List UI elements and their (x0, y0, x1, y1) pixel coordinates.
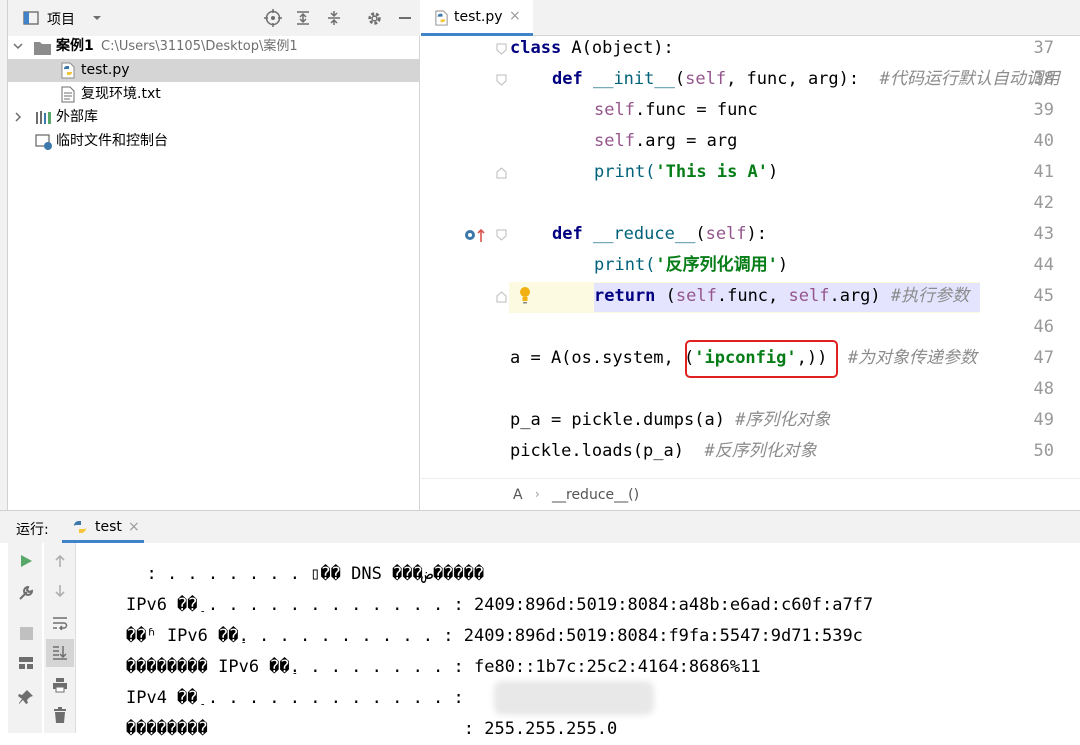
output-line: : . . . . . . . ▯�� DNS ���ض����� (126, 564, 485, 584)
fold-icon[interactable] (494, 228, 508, 242)
tree-item-label: 外部库 (56, 109, 98, 125)
red-annotation-box (685, 340, 838, 378)
project-panel: 项目 案例1 C:\Users\31105\Desktop\案例1 test.p… (8, 0, 420, 510)
scroll-to-end-icon[interactable] (50, 643, 70, 663)
code-line-44[interactable]: print('反序列化调用') (594, 250, 788, 281)
fold-icon[interactable] (494, 73, 508, 87)
stop-icon[interactable] (16, 623, 36, 643)
tab-test-py[interactable]: test.py × (421, 0, 533, 36)
chevron-down-icon[interactable] (88, 9, 106, 27)
line-number: 42 (1033, 193, 1054, 213)
code-line-37[interactable]: class A(object): (510, 33, 674, 64)
code-line-38[interactable]: def __init__(self, func, arg): #代码运行默认自动… (552, 64, 1060, 95)
fold-icon[interactable] (494, 290, 508, 304)
expand-all-icon[interactable] (293, 8, 313, 28)
arrow-down-icon[interactable] (50, 581, 70, 601)
run-panel-header: 运行: test × (0, 511, 1080, 543)
run-label: 运行: (16, 522, 49, 538)
override-marker-icon[interactable] (462, 227, 488, 243)
tab-label: test.py (454, 9, 503, 25)
gear-icon[interactable] (364, 8, 384, 28)
collapse-all-icon[interactable] (324, 8, 344, 28)
tree-item-test-py[interactable]: test.py (8, 59, 420, 82)
project-panel-title: 项目 (47, 12, 75, 28)
run-tab-label[interactable]: test (95, 519, 122, 535)
minimize-icon[interactable] (395, 8, 415, 28)
line-number: 40 (1033, 131, 1054, 151)
code-line-45[interactable]: return (self.func, self.arg) #执行参数 (594, 281, 969, 312)
output-line: �������� : 255.255.255.0 (126, 719, 618, 739)
pin-icon[interactable] (16, 687, 36, 707)
arrow-up-icon[interactable] (50, 551, 70, 571)
tree-item-path: C:\Users\31105\Desktop\案例1 (101, 39, 298, 54)
code-line-41[interactable]: print('This is A') (594, 157, 778, 188)
line-number: 44 (1033, 255, 1054, 275)
tree-item-scratches[interactable]: 临时文件和控制台 (8, 130, 420, 153)
fold-icon[interactable] (494, 42, 508, 56)
run-panel: 运行: test × : . . . . . . . ▯�� DNS ���ض�… (0, 510, 1080, 739)
output-line: IPv6 ��ַ . . . . . . . . . . . . : 2409:… (126, 595, 874, 615)
tree-item-label: 复现环境.txt (81, 86, 161, 102)
code-line-40[interactable]: self.arg = arg (594, 126, 737, 157)
python-file-icon (434, 10, 449, 30)
locate-icon[interactable] (263, 8, 283, 28)
soft-wrap-icon[interactable] (50, 613, 70, 633)
project-panel-header: 项目 (8, 0, 420, 36)
line-number: 41 (1033, 162, 1054, 182)
breadcrumb: A › __reduce__() (421, 478, 1080, 510)
trash-icon[interactable] (50, 705, 70, 725)
line-number: 46 (1033, 317, 1054, 337)
line-number: 49 (1033, 410, 1054, 430)
left-tool-strip (0, 0, 8, 510)
editor-tab-bar: test.py × (421, 0, 1080, 36)
run-icon[interactable] (16, 551, 36, 571)
breadcrumb-class[interactable]: A (513, 487, 523, 503)
tree-item-external-libs[interactable]: 外部库 (8, 106, 420, 129)
close-icon[interactable]: × (509, 8, 521, 24)
python-icon (72, 519, 88, 539)
line-number: 37 (1033, 38, 1054, 58)
tree-item-txt[interactable]: 复现环境.txt (8, 83, 420, 106)
print-icon[interactable] (50, 675, 70, 695)
redacted-value (494, 681, 654, 715)
code-line-50[interactable]: pickle.loads(p_a) #反序列化对象 (510, 436, 817, 467)
lightbulb-icon[interactable] (517, 285, 533, 305)
scratch-console-icon (35, 134, 53, 158)
close-icon[interactable]: × (128, 519, 140, 535)
run-toolbar-secondary (44, 543, 76, 733)
output-line: IPv4 ��ַ . . . . . . . . . . . . : (126, 688, 474, 708)
code-line-49[interactable]: p_a = pickle.dumps(a) #序列化对象 (510, 405, 830, 436)
output-line: �������� IPv6 ��ַ. . . . . . . . : fe80:… (126, 657, 761, 677)
tree-item-label: test.py (81, 62, 130, 78)
line-number: 48 (1033, 379, 1054, 399)
line-number: 39 (1033, 100, 1054, 120)
code-line-39[interactable]: self.func = func (594, 95, 758, 126)
layout-icon[interactable] (16, 653, 36, 673)
wrench-icon[interactable] (16, 583, 36, 603)
breadcrumb-method[interactable]: __reduce__() (552, 487, 639, 503)
line-number: 50 (1033, 441, 1054, 461)
chevron-right-icon: › (535, 487, 540, 501)
fold-icon[interactable] (494, 166, 508, 180)
line-number: 43 (1033, 224, 1054, 244)
output-line: ��ʱ IPv6 ��ַ. . . . . . . . . . : 2409:8… (126, 626, 863, 646)
line-number: 47 (1033, 348, 1054, 368)
run-toolbar (8, 543, 42, 733)
code-line-43[interactable]: def __reduce__(self): (552, 219, 767, 250)
code-editor: test.py × 37 38 39 40 41 42 43 44 45 46 … (421, 0, 1080, 510)
line-number: 45 (1033, 286, 1054, 306)
tree-item-label: 临时文件和控制台 (56, 133, 168, 149)
tree-item-label: 案例1 (56, 38, 94, 54)
editor-gutter (421, 36, 509, 478)
project-view-icon (22, 9, 40, 27)
tree-item-project-root[interactable]: 案例1 C:\Users\31105\Desktop\案例1 (8, 35, 420, 58)
